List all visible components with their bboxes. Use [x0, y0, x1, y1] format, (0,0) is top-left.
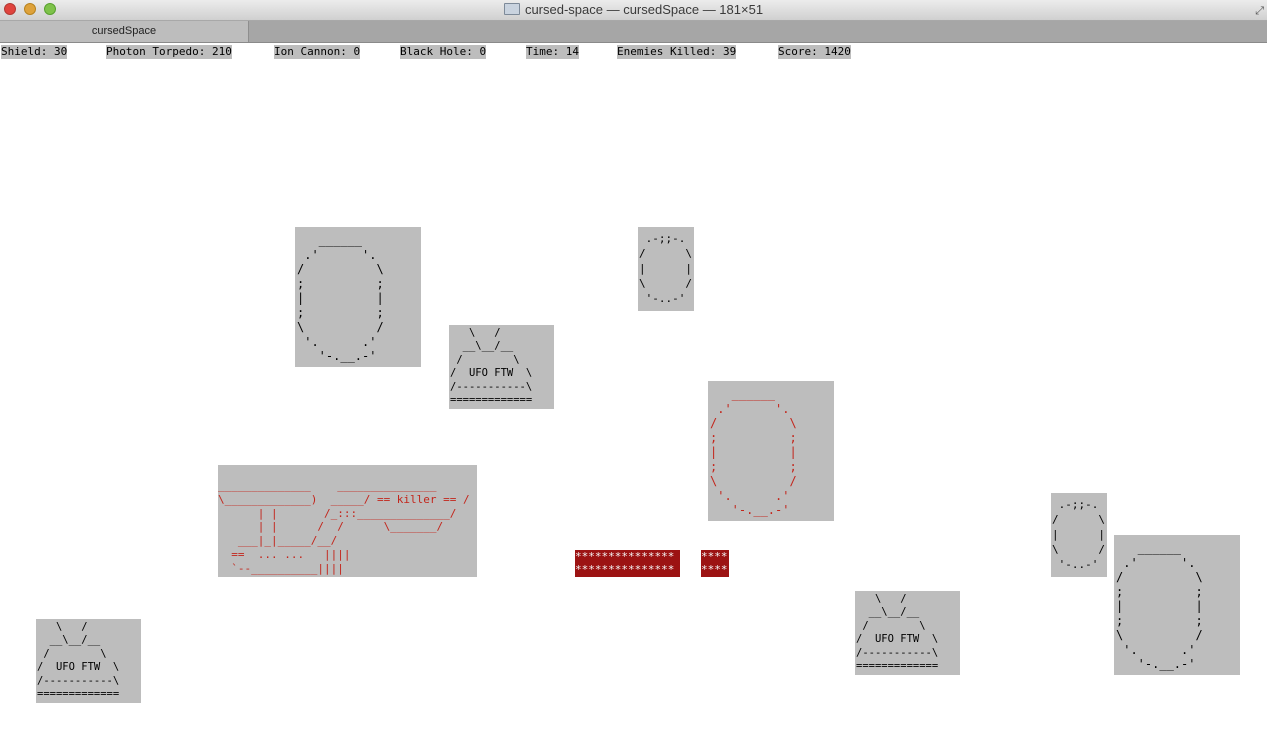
hud-black-hole: Black Hole: 0	[400, 45, 487, 59]
window-title-container: cursed-space — cursedSpace — 181×51	[0, 2, 1267, 17]
asteroid-large: ______ .' '. / \ ; ; | | ; ; \ / '. .' '…	[1114, 535, 1240, 675]
asteroid-large: ______ .' '. / \ ; ; | | ; ; \ / '. .' '…	[295, 227, 421, 367]
player-ship: ______________ _______________ \________…	[218, 465, 477, 577]
hud-time: Time: 14	[526, 45, 579, 59]
fullscreen-icon[interactable]: ⤢	[1255, 4, 1264, 18]
ufo-enemy: \ / __\__/__ / \ / UFO FTW \ /----------…	[36, 619, 141, 703]
asteroid-large-enemy: ______ .' '. / \ ; ; | | ; ; \ / '. .' '…	[708, 381, 834, 521]
hud-enemies-killed: Enemies Killed: 39	[617, 45, 737, 59]
hud-ion-cannon: Ion Cannon: 0	[274, 45, 361, 59]
asteroid-small: .-;;-. / \ | | \ / '-..-'	[1051, 493, 1107, 577]
photon-torpedo-projectile: **** ****	[701, 550, 729, 577]
ufo-enemy: \ / __\__/__ / \ / UFO FTW \ /----------…	[449, 325, 554, 409]
window-title: cursed-space — cursedSpace — 181×51	[524, 2, 764, 17]
hud-photon-torpedo: Photon Torpedo: 210	[106, 45, 232, 59]
tab-cursedspace[interactable]: cursedSpace	[0, 21, 249, 42]
asteroid-small: .-;;-. / \ | | \ / '-..-'	[638, 227, 694, 311]
terminal-tab-bar: cursedSpace	[0, 21, 1267, 43]
folder-icon	[503, 3, 520, 15]
ufo-enemy: \ / __\__/__ / \ / UFO FTW \ /----------…	[855, 591, 960, 675]
photon-torpedo-projectile: *************** ***************	[575, 550, 680, 577]
hud-shield: Shield: 30	[1, 45, 68, 59]
hud-score: Score: 1420	[778, 45, 851, 59]
window-titlebar: cursed-space — cursedSpace — 181×51 ⤢	[0, 0, 1267, 21]
